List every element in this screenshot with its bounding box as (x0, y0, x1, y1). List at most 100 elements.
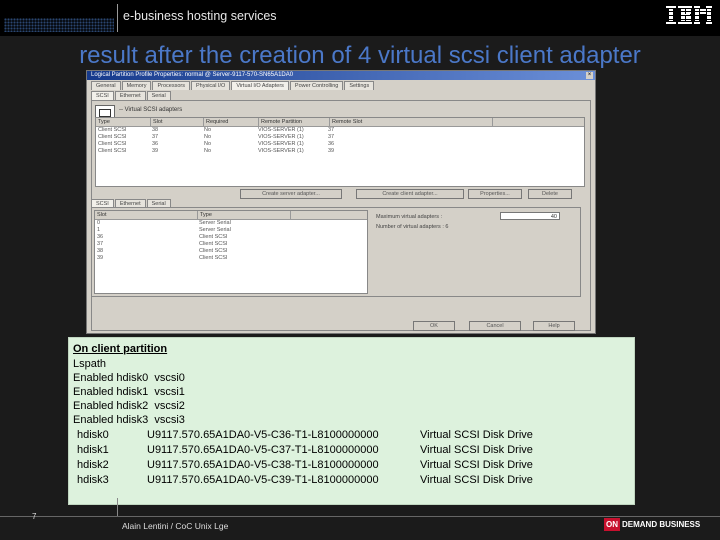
output-line: Lspath (73, 358, 107, 370)
disk-description: Virtual SCSI Disk Drive (420, 474, 533, 486)
cancel-button[interactable]: Cancel (469, 321, 521, 331)
table-row[interactable]: Client SCSI 38 No VIOS-SERVER (1) 37 (96, 127, 584, 134)
disk-name: hdisk1 (77, 444, 109, 456)
on-demand-business-logo: ON DEMAND BUSINESS (604, 518, 700, 531)
tab-virtual-io-adapters[interactable]: Virtual I/O Adapters (231, 81, 289, 90)
num-adapters-label: Number of virtual adapters : 6 (376, 224, 449, 230)
list-header: Slot Type (95, 211, 367, 220)
table-cell: No (204, 148, 212, 154)
table-cell: Client SCSI (98, 127, 127, 133)
disk-description: Virtual SCSI Disk Drive (420, 444, 533, 456)
client-output-box: On client partition Lspath Enabled hdisk… (68, 337, 635, 505)
tab-ethernet[interactable]: Ethernet (114, 91, 146, 100)
footer-divider (117, 498, 118, 516)
table-cell: 36 (152, 141, 159, 147)
table-row[interactable]: Client SCSI 39 No VIOS-SERVER (1) 39 (96, 148, 584, 155)
create-server-adapter-button[interactable]: Create server adapter... (240, 189, 342, 199)
table-cell: VIOS-SERVER (1) (258, 148, 304, 154)
table-cell: No (204, 134, 212, 140)
table-cell: Client SCSI (98, 141, 127, 147)
tab-serial[interactable]: Serial (146, 91, 171, 100)
tab-scsi[interactable]: SCSI (91, 91, 114, 100)
list-cell: 0 (97, 220, 101, 226)
disk-location: U9117.570.65A1DA0-V5-C36-T1-L8100000000 (147, 429, 379, 441)
header-title: e-business hosting services (123, 9, 277, 23)
table-cell: 37 (328, 127, 335, 133)
page-number: 7 (32, 512, 37, 521)
disk-location: U9117.570.65A1DA0-V5-C37-T1-L8100000000 (147, 444, 379, 456)
create-client-adapter-button[interactable]: Create client adapter... (356, 189, 464, 199)
list-item[interactable]: 38 Client SCSI (95, 248, 367, 255)
list-cell: 36 (97, 234, 104, 240)
close-icon[interactable]: × (586, 72, 593, 79)
slide-title: result after the creation of 4 virtual s… (79, 42, 641, 69)
adapter-button-row: Create server adapter... Create client a… (92, 189, 590, 199)
list-cell: 37 (97, 241, 104, 247)
dialog-title-bar: Logical Partition Profile Properties: no… (87, 71, 595, 80)
disk-name: hdisk0 (77, 429, 109, 441)
list-item[interactable]: 0 Server Serial (95, 220, 367, 227)
output-line: Enabled hdisk0 vscsi0 (73, 372, 185, 384)
list-item[interactable]: 1 Server Serial (95, 227, 367, 234)
adapter-list: Slot Type 0 Server Serial 1 Server Seria… (94, 210, 368, 294)
adapter-summary-pane: Slot Type 0 Server Serial 1 Server Seria… (91, 207, 581, 297)
list-item[interactable]: 39 Client SCSI (95, 255, 367, 262)
footer-author: Alain Lentini / CoC Unix Lge (122, 521, 229, 531)
table-cell: 38 (152, 127, 159, 133)
scsi-adapter-table: Type Slot Required Remote Partition Remo… (95, 117, 585, 187)
column-header[interactable]: Type (198, 211, 291, 219)
demand-business-text: DEMAND BUSINESS (622, 520, 701, 529)
adapter-type-tabs: SCSI Ethernet Serial (91, 91, 171, 100)
column-header[interactable]: Remote Slot (330, 118, 493, 126)
ok-button[interactable]: OK (413, 321, 455, 331)
list-item[interactable]: 36 Client SCSI (95, 234, 367, 241)
list-cell: 1 (97, 227, 101, 233)
disk-location: U9117.570.65A1DA0-V5-C39-T1-L8100000000 (147, 474, 379, 486)
output-heading: On client partition (73, 343, 168, 355)
table-cell: 36 (328, 141, 335, 147)
disk-name: hdisk3 (77, 474, 109, 486)
column-header[interactable]: Remote Partition (259, 118, 330, 126)
column-header[interactable]: Slot (151, 118, 204, 126)
footer-rule (0, 516, 720, 517)
column-header[interactable]: Required (204, 118, 259, 126)
table-row[interactable]: Client SCSI 37 No VIOS-SERVER (1) 37 (96, 134, 584, 141)
output-line: Enabled hdisk1 vscsi1 (73, 386, 185, 398)
table-cell: 39 (152, 148, 159, 154)
output-line: Enabled hdisk3 vscsi3 (73, 414, 185, 426)
table-cell: VIOS-SERVER (1) (258, 141, 304, 147)
properties-button[interactable]: Properties... (468, 189, 522, 199)
tab-settings[interactable]: Settings (344, 81, 375, 90)
table-cell: Client SCSI (98, 134, 127, 140)
list-item[interactable]: 37 Client SCSI (95, 241, 367, 248)
table-header: Type Slot Required Remote Partition Remo… (96, 118, 584, 127)
table-cell: No (204, 141, 212, 147)
table-cell: VIOS-SERVER (1) (258, 127, 304, 133)
list-cell: Client SCSI (199, 248, 228, 254)
header-bar: e-business hosting services (0, 0, 720, 36)
tab-memory[interactable]: Memory (121, 81, 152, 90)
disk-location: U9117.570.65A1DA0-V5-C38-T1-L8100000000 (147, 459, 379, 471)
output-line: Enabled hdisk2 vscsi2 (73, 400, 185, 412)
delete-button[interactable]: Delete (528, 189, 572, 199)
table-cell: 37 (328, 134, 335, 140)
tab-processors[interactable]: Processors (152, 81, 190, 90)
tab-power-controlling[interactable]: Power Controlling (289, 81, 344, 90)
tab-physical-io[interactable]: Physical I/O (190, 81, 231, 90)
list-cell: Client SCSI (199, 241, 228, 247)
profile-tabs: General Memory Processors Physical I/O V… (91, 81, 375, 90)
list-cell: Client SCSI (199, 255, 228, 261)
max-adapters-input[interactable]: 40 (500, 212, 560, 220)
table-row[interactable]: Client SCSI 36 No VIOS-SERVER (1) 36 (96, 141, 584, 148)
list-cell: Server Serial (199, 227, 231, 233)
table-cell: 39 (328, 148, 335, 154)
help-button[interactable]: Help (533, 321, 575, 331)
ibm-logo-icon (664, 6, 714, 24)
tab-general[interactable]: General (91, 81, 121, 90)
table-cell: No (204, 127, 212, 133)
column-header[interactable]: Slot (95, 211, 198, 219)
column-header[interactable]: Type (96, 118, 151, 126)
max-adapters-label: Maximum virtual adapters : (376, 214, 443, 220)
list-cell: 38 (97, 248, 104, 254)
lpar-profile-dialog: Logical Partition Profile Properties: no… (86, 70, 596, 334)
